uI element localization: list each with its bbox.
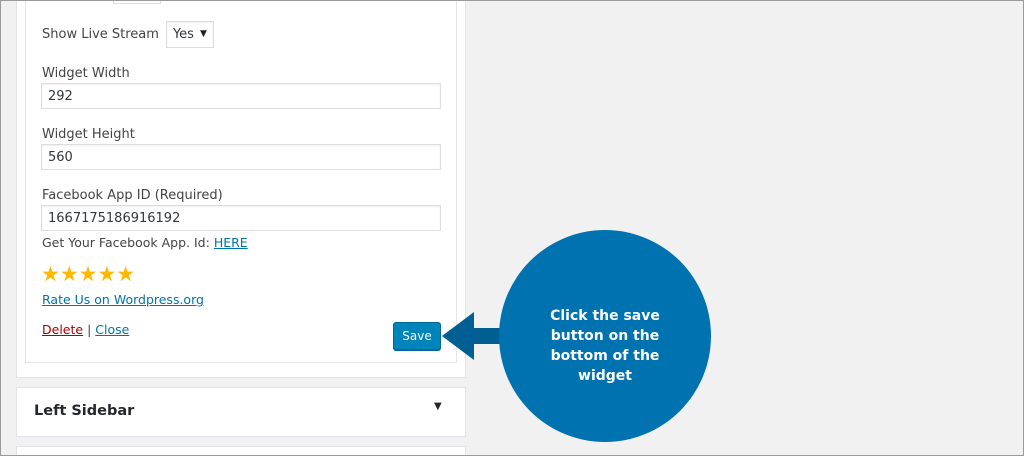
left-sidebar-panel[interactable]: Left Sidebar ▼ xyxy=(16,387,466,437)
callout-text: Click the save button on the bottom of t… xyxy=(550,308,660,384)
close-link[interactable]: Close xyxy=(95,322,129,337)
left-sidebar-title: Left Sidebar xyxy=(34,403,135,419)
get-app-id-line: Get Your Facebook App. Id: HERE xyxy=(42,235,248,250)
actions-separator: | xyxy=(87,322,92,337)
live-stream-label: Show Live Stream xyxy=(42,26,159,42)
get-app-id-text: Get Your Facebook App. Id: xyxy=(42,235,210,250)
rate-us-line: Rate Us on Wordpress.org xyxy=(42,292,204,307)
previous-field-bottom[interactable] xyxy=(113,0,161,4)
delete-link[interactable]: Delete xyxy=(42,322,83,337)
widget-width-value: 292 xyxy=(48,88,73,104)
widget-actions: Delete | Close xyxy=(42,322,129,337)
app-id-label: Facebook App ID (Required) xyxy=(42,188,223,203)
app-id-value: 1667175186916192 xyxy=(48,210,181,226)
save-button[interactable]: Save xyxy=(393,322,441,350)
widget-height-value: 560 xyxy=(48,149,73,165)
widget-width-label: Widget Width xyxy=(42,66,130,81)
caret-down-icon: ▼ xyxy=(199,29,207,39)
next-sidebar-panel xyxy=(16,446,466,456)
live-stream-select[interactable]: Yes ▼ xyxy=(165,20,214,48)
widget-height-input[interactable]: 560 xyxy=(41,144,441,170)
app-id-input[interactable]: 1667175186916192 xyxy=(41,205,441,231)
widget-form xyxy=(25,0,457,363)
get-app-id-link[interactable]: HERE xyxy=(214,235,248,250)
widget-width-input[interactable]: 292 xyxy=(41,83,441,109)
rating-stars-icon: ★★★★★ xyxy=(41,262,136,286)
live-stream-row: Show Live Stream Yes ▼ xyxy=(42,20,214,48)
live-stream-value: Yes xyxy=(172,26,194,42)
rate-us-link[interactable]: Rate Us on Wordpress.org xyxy=(42,292,204,307)
widget-height-label: Widget Height xyxy=(42,127,135,142)
